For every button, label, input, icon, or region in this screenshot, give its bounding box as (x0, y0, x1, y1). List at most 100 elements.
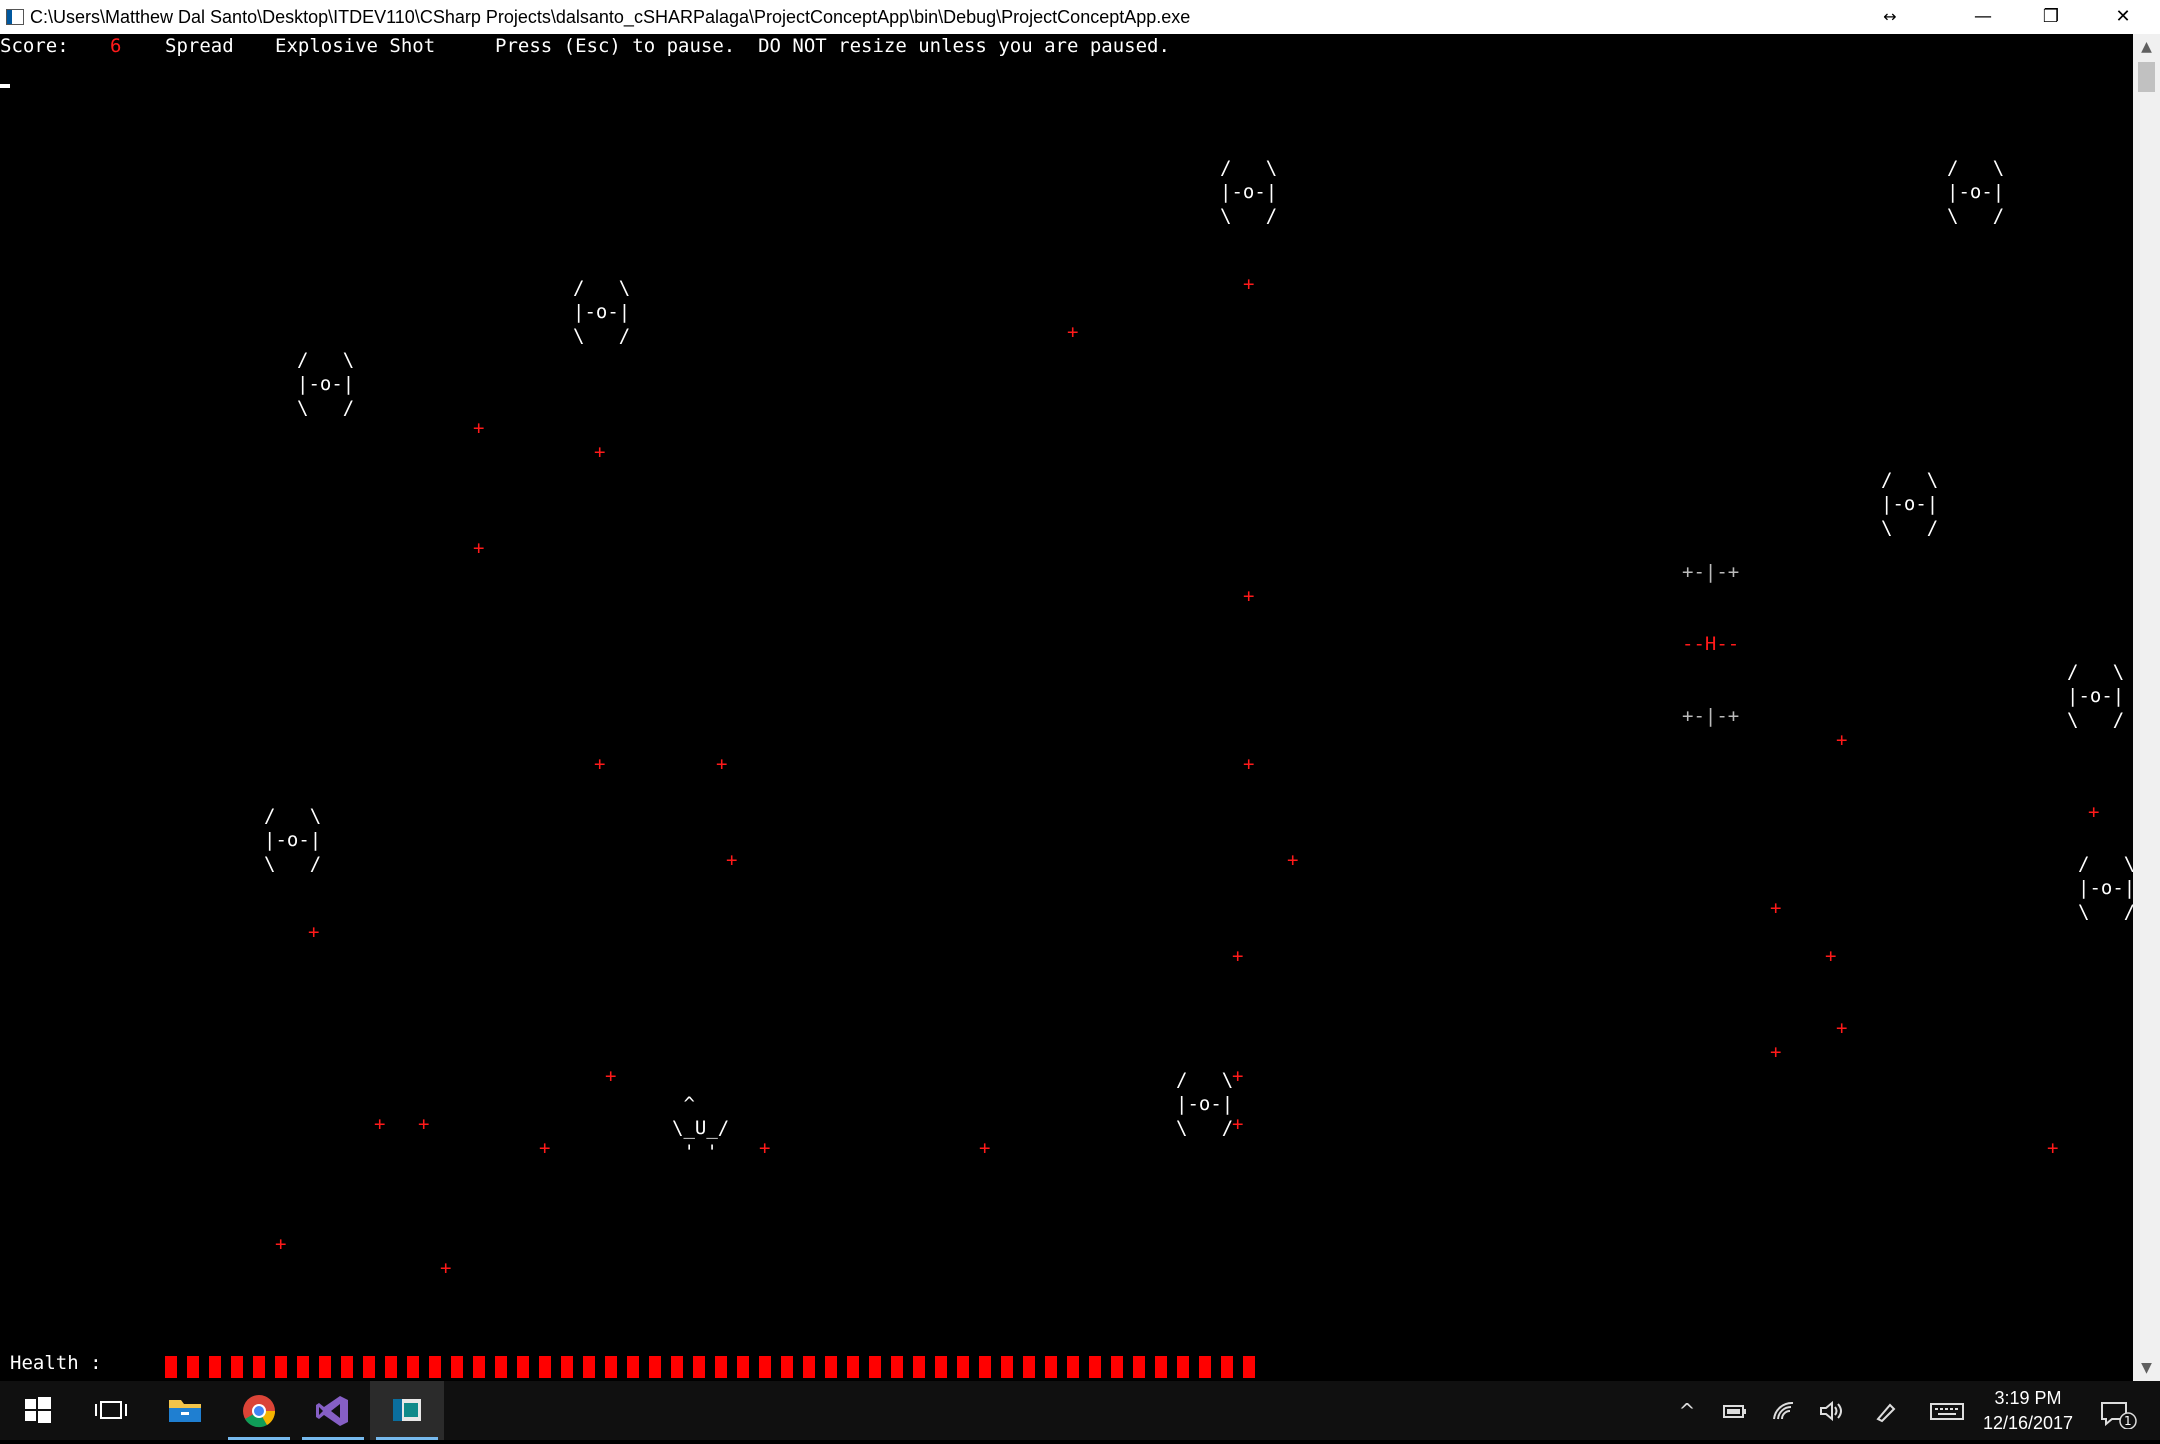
enemy-bullet: + (1243, 273, 1255, 295)
windows-logo-icon (25, 1397, 51, 1423)
enemy-bullet: + (1825, 945, 1837, 967)
wifi-icon[interactable] (1771, 1399, 1797, 1423)
touch-keyboard-icon[interactable] (1930, 1399, 1964, 1423)
health-segment (407, 1356, 419, 1378)
enemy-bullet: + (594, 441, 606, 463)
pause-hint: Press (Esc) to pause. DO NOT resize unle… (495, 35, 1170, 57)
health-segment (209, 1356, 221, 1378)
health-segment (671, 1356, 683, 1378)
health-segment (231, 1356, 243, 1378)
visual-studio-button[interactable] (296, 1381, 370, 1440)
clock-time[interactable]: 3:19 PM (1968, 1388, 2088, 1409)
health-segment (275, 1356, 287, 1378)
resize-arrows-icon: ↔ (1883, 7, 1897, 26)
file-explorer-button[interactable] (148, 1381, 222, 1440)
weapon-spread: Spread (165, 35, 234, 57)
health-segment (803, 1356, 815, 1378)
pen-workspace-icon[interactable] (1874, 1399, 1900, 1423)
enemy-ship: / \ |-o-| \ / (297, 349, 355, 419)
health-segment (627, 1356, 639, 1378)
enemy-ship: / \ |-o-| \ / (1220, 157, 1278, 227)
health-segment (1199, 1356, 1211, 1378)
task-view-icon (95, 1401, 127, 1419)
enemy-bullet: + (275, 1233, 287, 1255)
health-label: Health : (10, 1352, 102, 1374)
health-segment (429, 1356, 441, 1378)
enemy-bullet: + (1067, 321, 1079, 343)
enemy-ship: / \ |-o-| \ / (1176, 1069, 1234, 1139)
text-cursor (0, 84, 10, 88)
health-segment (979, 1356, 991, 1378)
health-segment (253, 1356, 265, 1378)
powerup-row: +-|-+ (1682, 561, 1740, 583)
battery-icon[interactable] (1722, 1399, 1748, 1423)
health-segment (1023, 1356, 1035, 1378)
task-view-button[interactable] (74, 1381, 148, 1440)
health-segment (693, 1356, 705, 1378)
health-segment (297, 1356, 309, 1378)
health-segment (385, 1356, 397, 1378)
console-app-taskbar-button[interactable] (370, 1381, 444, 1440)
scroll-thumb[interactable] (2138, 62, 2155, 92)
window-title-bar[interactable]: C:\Users\Matthew Dal Santo\Desktop\ITDEV… (0, 0, 2160, 35)
action-center-icon[interactable]: 1 (2098, 1399, 2138, 1430)
enemy-bullet: + (440, 1257, 452, 1279)
chrome-button[interactable] (222, 1381, 296, 1440)
vertical-scrollbar[interactable]: ▲ ▼ (2133, 34, 2160, 1381)
scroll-up-button[interactable]: ▲ (2133, 34, 2160, 60)
health-segment (957, 1356, 969, 1378)
health-segment (583, 1356, 595, 1378)
enemy-ship: / \ |-o-| \ / (1881, 469, 1939, 539)
player-ship: ^ \_U_/ ' ' (672, 1093, 730, 1163)
enemy-bullet: + (473, 417, 485, 439)
restore-button[interactable]: ❐ (2018, 0, 2084, 34)
console-game-area[interactable]: Score: 6 Spread Explosive Shot Press (Es… (0, 34, 2133, 1381)
health-segment (517, 1356, 529, 1378)
health-segment (1243, 1356, 1255, 1378)
health-segment (165, 1356, 177, 1378)
console-window-icon (393, 1399, 421, 1421)
enemy-ship: / \ |-o-| \ / (1947, 157, 2005, 227)
health-segment (1177, 1356, 1189, 1378)
enemy-bullet: + (1836, 729, 1848, 751)
enemy-bullet: + (759, 1137, 771, 1159)
enemy-ship: / \ |-o-| \ / (2078, 853, 2133, 923)
health-segment (1001, 1356, 1013, 1378)
health-segment (1045, 1356, 1057, 1378)
enemy-bullet: + (308, 921, 320, 943)
enemy-bullet: + (1243, 753, 1255, 775)
enemy-bullet: + (1836, 1017, 1848, 1039)
health-segment (891, 1356, 903, 1378)
health-segment (473, 1356, 485, 1378)
health-segment (187, 1356, 199, 1378)
health-segment (649, 1356, 661, 1378)
taskbar: ^ 3:19 PM 12/16/2017 1 (0, 1381, 2160, 1440)
enemy-bullet: + (2047, 1137, 2059, 1159)
enemy-bullet: + (1232, 945, 1244, 967)
minimize-button[interactable]: — (1950, 0, 2016, 34)
clock-date[interactable]: 12/16/2017 (1968, 1413, 2088, 1434)
console-app-icon (6, 9, 24, 25)
health-segment (605, 1356, 617, 1378)
score-value: 6 (110, 35, 122, 57)
show-hidden-icons-chevron[interactable]: ^ (1674, 1399, 1700, 1423)
start-button[interactable] (0, 1381, 74, 1440)
health-segment (913, 1356, 925, 1378)
weapon-explosive-shot: Explosive Shot (275, 35, 436, 57)
folder-icon (169, 1400, 201, 1422)
enemy-bullet: + (473, 537, 485, 559)
window-title: C:\Users\Matthew Dal Santo\Desktop\ITDEV… (30, 7, 1191, 27)
scroll-down-button[interactable]: ▼ (2133, 1355, 2160, 1381)
health-segment (1111, 1356, 1123, 1378)
health-segment (759, 1356, 771, 1378)
enemy-bullet: + (374, 1113, 386, 1135)
volume-icon[interactable] (1818, 1399, 1844, 1423)
health-segment (1089, 1356, 1101, 1378)
close-button[interactable]: ✕ (2090, 0, 2156, 34)
enemy-bullet: + (1287, 849, 1299, 871)
visual-studio-icon (316, 1396, 348, 1426)
health-segment (825, 1356, 837, 1378)
health-segment (341, 1356, 353, 1378)
enemy-bullet: + (2088, 801, 2100, 823)
health-segment (451, 1356, 463, 1378)
